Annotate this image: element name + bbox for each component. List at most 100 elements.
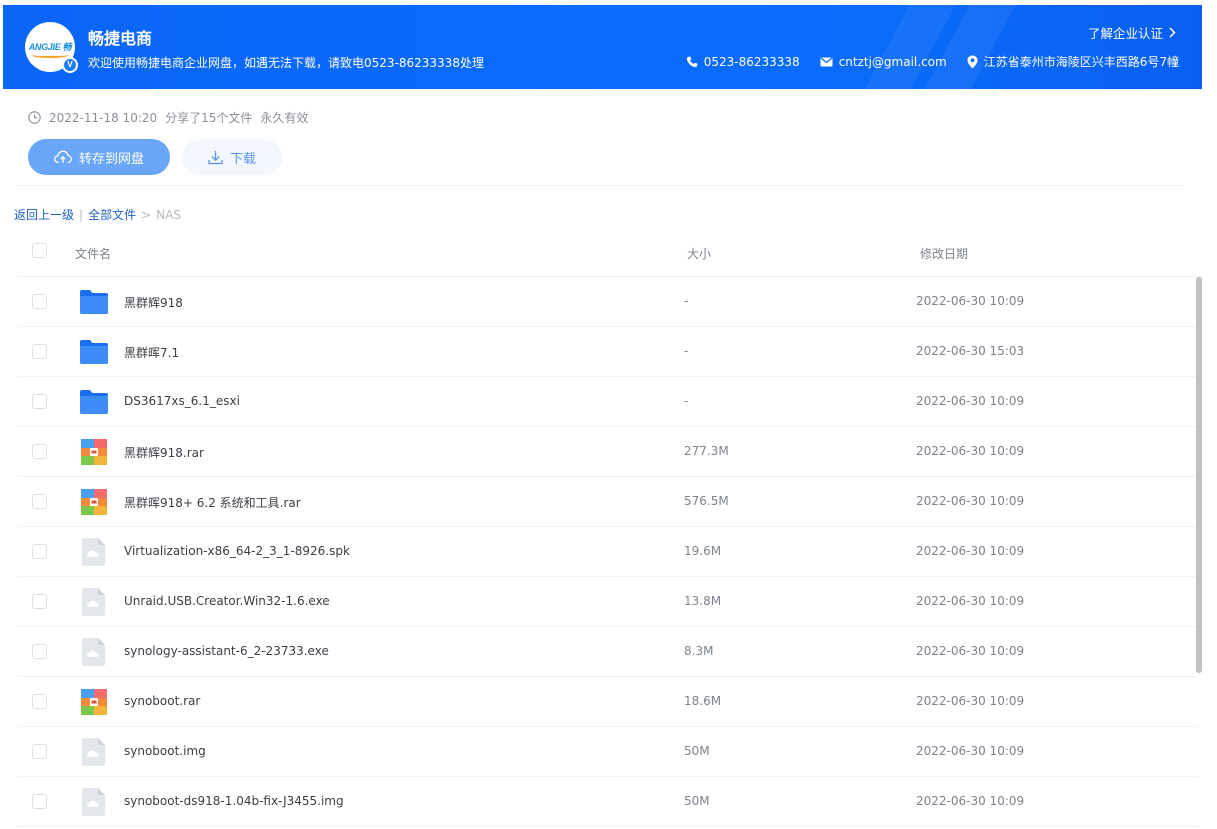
file-name[interactable]: 黑群晖918+ 6.2 系统和工具.rar [124,494,301,511]
table-row[interactable]: synology-assistant-6_2-23733.exe 8.3M 2022… [18,627,1198,677]
file-name[interactable]: 黑群辉918 [124,294,183,311]
clock-icon [28,111,41,124]
share-meta: 2022-11-18 10:20 分享了15个文件 永久有效 [28,109,308,126]
verified-badge-icon: V [62,57,78,73]
folder-icon [79,287,109,317]
row-checkbox[interactable] [32,444,47,459]
table-row[interactable]: synoboot.img 50M 2022-06-30 10:09 [18,727,1198,777]
folder-icon [79,387,109,417]
archive-icon [79,687,109,717]
row-checkbox[interactable] [32,594,47,609]
table-row[interactable]: Virtualization-x86_64-2_3_1-8926.spk 19.6… [18,527,1198,577]
file-size: 19.6M [684,544,722,558]
contact-info: 0523-86233338 cntztj@gmail.com 江苏省泰州市海陵区… [686,53,1179,70]
select-all-checkbox[interactable] [32,243,47,258]
share-validity: 永久有效 [260,111,309,125]
download-button[interactable]: 下载 [182,139,282,175]
file-name[interactable]: synoboot.img [124,744,206,758]
company-logo: ANGJIE 畅 V [25,22,78,73]
phone-icon [686,56,698,67]
row-checkbox[interactable] [32,344,47,359]
column-name-header: 文件名 [75,247,112,261]
location-pin-icon [967,55,978,68]
enterprise-cert-link[interactable]: 了解企业认证 [1088,23,1176,42]
logo-swoosh [31,52,69,58]
file-name[interactable]: 黑群晖7.1 [124,344,179,361]
breadcrumb-current: NAS [156,207,181,222]
file-date: 2022-06-30 10:09 [916,294,1025,308]
breadcrumb: 返回上一级 | 全部文件 > NAS [14,206,181,223]
file-name[interactable]: 黑群辉918.rar [124,444,204,461]
address-text: 江苏省泰州市海陵区兴丰西路6号7幢 [983,55,1179,69]
file-date: 2022-06-30 10:09 [916,694,1025,708]
file-date: 2022-06-30 10:09 [916,794,1025,808]
email-address: cntztj@gmail.com [838,54,947,69]
table-row[interactable]: synoboot-ds918-1.04b-fix-J3455.img 50M 202… [18,777,1198,827]
file-size: - [684,394,689,408]
generic-file-icon [79,787,109,817]
chevron-right-icon [1169,27,1176,38]
file-size: 277.3M [684,444,729,458]
column-date-header: 修改日期 [920,247,969,261]
share-page: ANGJIE 畅 V 畅捷电商 欢迎使用畅捷电商企业网盘，如遇无法下载，请致电0… [0,0,1217,829]
contact-phone: 0523-86233338 [686,55,800,69]
file-size: - [684,344,689,358]
share-file-count: 分享了15个文件 [165,111,253,125]
row-checkbox[interactable] [32,644,47,659]
generic-file-icon [79,737,109,767]
table-row[interactable]: DS3617xs_6.1_esxi - 2022-06-30 10:09 [18,377,1198,427]
file-name[interactable]: Unraid.USB.Creator.Win32-1.6.exe [124,594,330,608]
file-list: 黑群辉918 - 2022-06-30 10:09 黑群晖7.1 - 2022-06-30… [18,277,1198,827]
contact-address: 江苏省泰州市海陵区兴丰西路6号7幢 [967,53,1179,70]
contact-email: cntztj@gmail.com [820,55,947,69]
table-row[interactable]: 黑群晖918+ 6.2 系统和工具.rar 576.5M 2022-06-30 10… [18,477,1198,527]
back-link[interactable]: 返回上一级 [14,206,74,223]
file-date: 2022-06-30 10:09 [916,494,1025,508]
generic-file-icon [79,537,109,567]
row-checkbox[interactable] [32,394,47,409]
enterprise-cert-label: 了解企业认证 [1087,26,1163,41]
save-to-disk-button[interactable]: 转存到网盘 [28,139,170,175]
share-time: 2022-11-18 10:20 [49,110,158,125]
generic-file-icon [79,587,109,617]
file-date: 2022-06-30 10:09 [916,544,1025,558]
row-checkbox[interactable] [32,294,47,309]
file-name[interactable]: Virtualization-x86_64-2_3_1-8926.spk [124,544,350,558]
row-checkbox[interactable] [32,794,47,809]
row-checkbox[interactable] [32,544,47,559]
scrollbar-thumb[interactable] [1196,277,1202,673]
file-name[interactable]: synology-assistant-6_2-23733.exe [124,644,329,658]
row-checkbox[interactable] [32,494,47,509]
file-date: 2022-06-30 15:03 [916,344,1025,358]
file-size: 13.8M [684,594,722,608]
file-name[interactable]: synoboot.rar [124,694,200,708]
file-size: 50M [684,794,710,808]
file-name[interactable]: DS3617xs_6.1_esxi [124,394,240,408]
file-name[interactable]: synoboot-ds918-1.04b-fix-J3455.img [124,794,344,808]
table-row[interactable]: Unraid.USB.Creator.Win32-1.6.exe 13.8M 202… [18,577,1198,627]
table-row[interactable]: 黑群辉918.rar 277.3M 2022-06-30 10:09 [18,427,1198,477]
file-date: 2022-06-30 10:09 [916,444,1025,458]
table-row[interactable]: 黑群晖7.1 - 2022-06-30 15:03 [18,327,1198,377]
cloud-upload-icon [54,150,72,164]
file-size: - [684,294,689,308]
breadcrumb-separator: | [79,207,84,222]
row-checkbox[interactable] [32,744,47,759]
file-size: 8.3M [684,644,714,658]
table-row[interactable]: synoboot.rar 18.6M 2022-06-30 10:09 [18,677,1198,727]
generic-file-icon [79,637,109,667]
mail-icon [820,57,833,66]
archive-icon [79,437,109,467]
row-checkbox[interactable] [32,694,47,709]
archive-icon [79,487,109,517]
section-divider [18,185,1184,186]
folder-icon [79,337,109,367]
file-date: 2022-06-30 10:09 [916,744,1025,758]
file-size: 576.5M [684,494,729,508]
company-welcome-text: 欢迎使用畅捷电商企业网盘，如遇无法下载，请致电0523-86233338处理 [88,56,484,70]
table-row[interactable]: 黑群辉918 - 2022-06-30 10:09 [18,277,1198,327]
company-name: 畅捷电商 [88,29,153,48]
all-files-link[interactable]: 全部文件 [88,206,136,223]
file-date: 2022-06-30 10:09 [916,394,1025,408]
file-size: 50M [684,744,710,758]
